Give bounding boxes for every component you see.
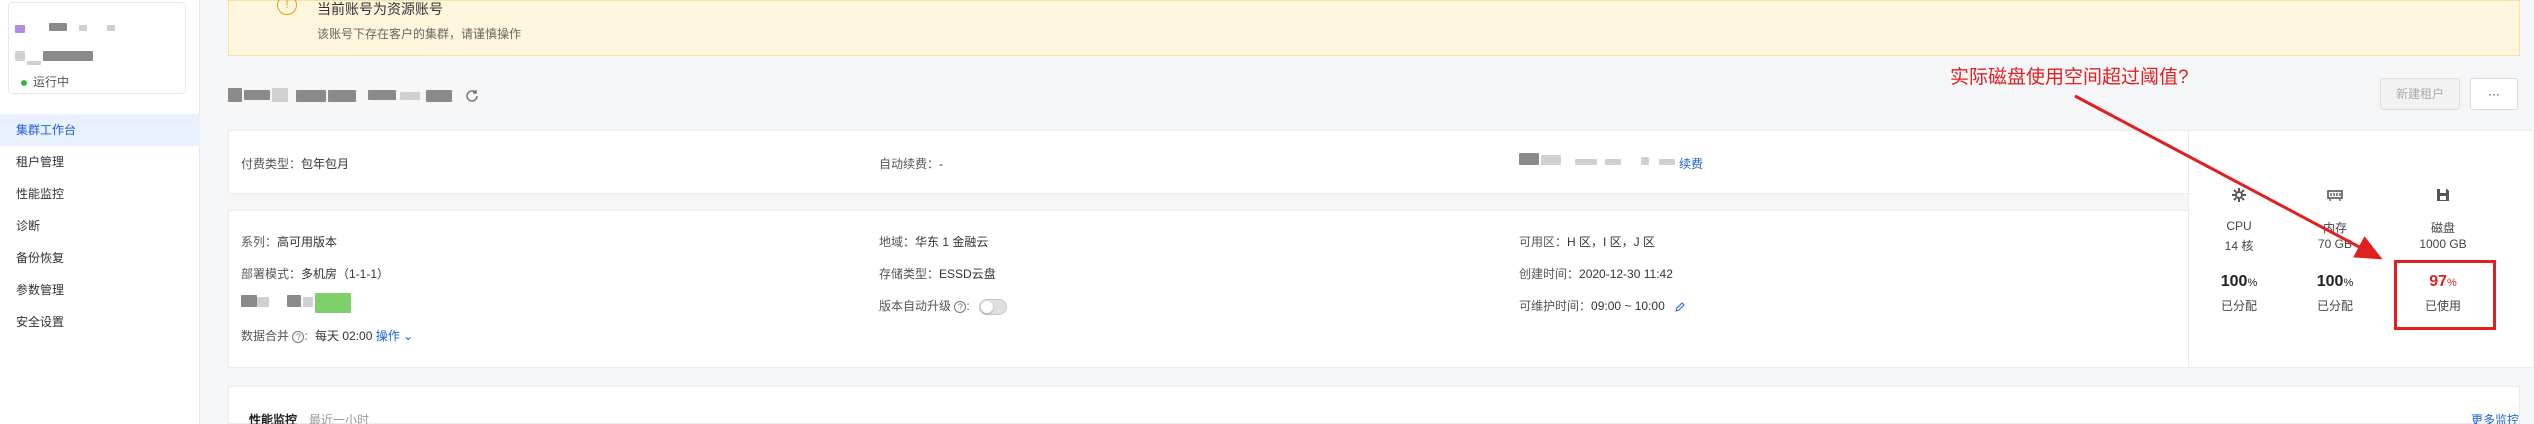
title-blur [272, 88, 288, 102]
sidebar-nav: 集群工作台 租户管理 性能监控 诊断 备份恢复 参数管理 安全设置 [0, 114, 200, 338]
more-monitor-link[interactable]: 更多监控 [2471, 411, 2519, 424]
deploy-mode-info: 部署模式：多机房（1-1-1） [241, 267, 390, 281]
title-blur [400, 92, 420, 100]
expire-blur [1575, 159, 1597, 165]
merge-action-link[interactable]: 操作 [376, 329, 400, 343]
cluster-status: 运行中 [21, 73, 69, 90]
storage-type-info: 存储类型：ESSD云盘 [879, 267, 996, 281]
created-time-info: 创建时间：2020-12-30 11:42 [1519, 267, 1673, 281]
cluster-name-blur [107, 25, 115, 31]
sidebar-item-tenant-management[interactable]: 租户管理 [0, 146, 200, 178]
performance-panel: 性能监控 最近一小时 更多监控 [228, 386, 2520, 424]
cluster-info-panel: 系列：高可用版本 地域：华东 1 金融云 可用区：H 区，I 区，J 区 部署模… [228, 210, 2373, 368]
sidebar: 运行中 集群工作台 租户管理 性能监控 诊断 备份恢复 参数管理 安全设置 [0, 0, 200, 424]
sidebar-item-security[interactable]: 安全设置 [0, 306, 200, 338]
expire-blur [1659, 159, 1675, 165]
zone-info: 可用区：H 区，I 区，J 区 [1519, 235, 1656, 249]
auto-upgrade-toggle[interactable] [979, 298, 1008, 315]
resource-panel: CPU 14 核 100% 已分配 内存 70 GB 100% 已分配 磁盘 1… [2188, 130, 2534, 368]
billing-panel: 付费类型：包年包月 自动续费：- 续费 [228, 130, 2373, 194]
title-blur [328, 90, 356, 102]
resource-account-banner: ! 当前账号为资源账号 该账号下存在客户的集群，请谨慎操作 [228, 0, 2520, 56]
sidebar-item-backup-restore[interactable]: 备份恢复 [0, 242, 200, 274]
cluster-id-blur [27, 61, 41, 65]
region-info: 地域：华东 1 金融云 [879, 235, 989, 249]
auto-upgrade-setting: 版本自动升级 ?: [879, 297, 1008, 315]
cluster-id-blur [43, 51, 93, 61]
title-blur [244, 90, 270, 100]
version-blur [241, 295, 257, 307]
banner-title: 当前账号为资源账号 [317, 1, 443, 17]
version-blur [287, 295, 301, 307]
more-actions-button[interactable]: ··· [2470, 78, 2518, 110]
title-blur [296, 90, 326, 102]
help-icon[interactable]: ? [954, 301, 967, 313]
pay-type: 付费类型：包年包月 [241, 157, 350, 171]
edit-icon[interactable] [1674, 301, 1686, 313]
banner-desc: 该账号下存在客户的集群，请谨慎操作 [317, 27, 522, 41]
maintain-time-info: 可维护时间：09:00 ~ 10:00 [1519, 297, 1686, 314]
title-blur [368, 90, 396, 100]
disk-usage-highlight-box [2394, 260, 2496, 330]
help-icon[interactable]: ? [292, 331, 305, 343]
warning-icon: ! [277, 0, 297, 15]
cluster-logo-blur [15, 25, 25, 33]
cluster-id-blur [15, 51, 25, 61]
refresh-icon[interactable] [464, 88, 480, 104]
new-tenant-button[interactable]: 新建租户 [2380, 78, 2460, 110]
sidebar-item-parameters[interactable]: 参数管理 [0, 274, 200, 306]
gear-icon [2232, 188, 2246, 202]
memory-icon [2327, 190, 2343, 201]
expire-blur [1605, 159, 1621, 165]
cluster-name-blur [49, 23, 67, 31]
sidebar-item-diagnosis[interactable]: 诊断 [0, 210, 200, 242]
annotation-text: 实际磁盘使用空间超过阈值? [1950, 67, 2189, 88]
sidebar-item-performance-monitor[interactable]: 性能监控 [0, 178, 200, 210]
version-tag-blur [315, 293, 351, 313]
series-info: 系列：高可用版本 [241, 235, 338, 249]
title-blur [228, 88, 242, 102]
perf-title: 性能监控 [249, 413, 298, 424]
status-dot-icon [21, 79, 27, 86]
data-merge-info: 数据合并 ?: 每天 02:00 操作 ⌄ [241, 329, 414, 343]
perf-range: 最近一小时 [309, 413, 370, 424]
expire-blur [1541, 155, 1561, 165]
renew-link[interactable]: 续费 [1679, 155, 1703, 172]
sidebar-item-cluster-workbench[interactable]: 集群工作台 [0, 114, 200, 146]
version-blur [303, 297, 313, 307]
chevron-down-icon[interactable]: ⌄ [403, 329, 413, 343]
disk-icon [2437, 189, 2449, 201]
expire-blur [1641, 157, 1649, 165]
title-blur [426, 90, 452, 102]
auto-renew: 自动续费：- [879, 157, 944, 171]
version-blur [257, 297, 269, 307]
expire-blur [1519, 153, 1539, 165]
cluster-card[interactable]: 运行中 [8, 2, 186, 94]
cluster-name-blur [79, 25, 87, 31]
